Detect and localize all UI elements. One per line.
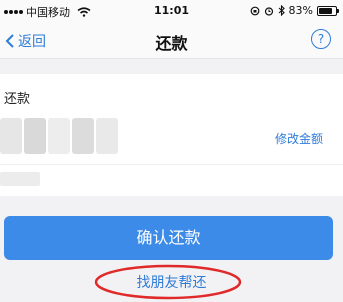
battery-level [319, 7, 333, 14]
repayment-label: 还款 [4, 92, 31, 107]
help-icon[interactable]: ? [311, 29, 331, 49]
modify-amount-link[interactable]: 修改金额 [275, 130, 323, 147]
battery-icon [317, 5, 339, 16]
navigation-bar: 返回 还款 ? [0, 22, 343, 59]
confirm-repay-button[interactable]: 确认还款 [4, 216, 333, 260]
bluetooth-icon [278, 5, 285, 16]
friend-repay-link[interactable]: 找朋友帮还 [0, 272, 343, 292]
repayment-card: 还款 修改金额 [0, 74, 343, 196]
divider [0, 164, 343, 165]
status-right: 83% [250, 4, 339, 17]
alarm-icon [264, 6, 273, 16]
battery-percent: 83% [288, 4, 313, 17]
lock-rotation-icon [250, 6, 259, 15]
amount-redacted [0, 118, 120, 154]
status-bar: 中国移动 11:01 83% [0, 0, 343, 22]
account-redacted [0, 172, 40, 186]
page-title: 还款 [155, 34, 188, 53]
